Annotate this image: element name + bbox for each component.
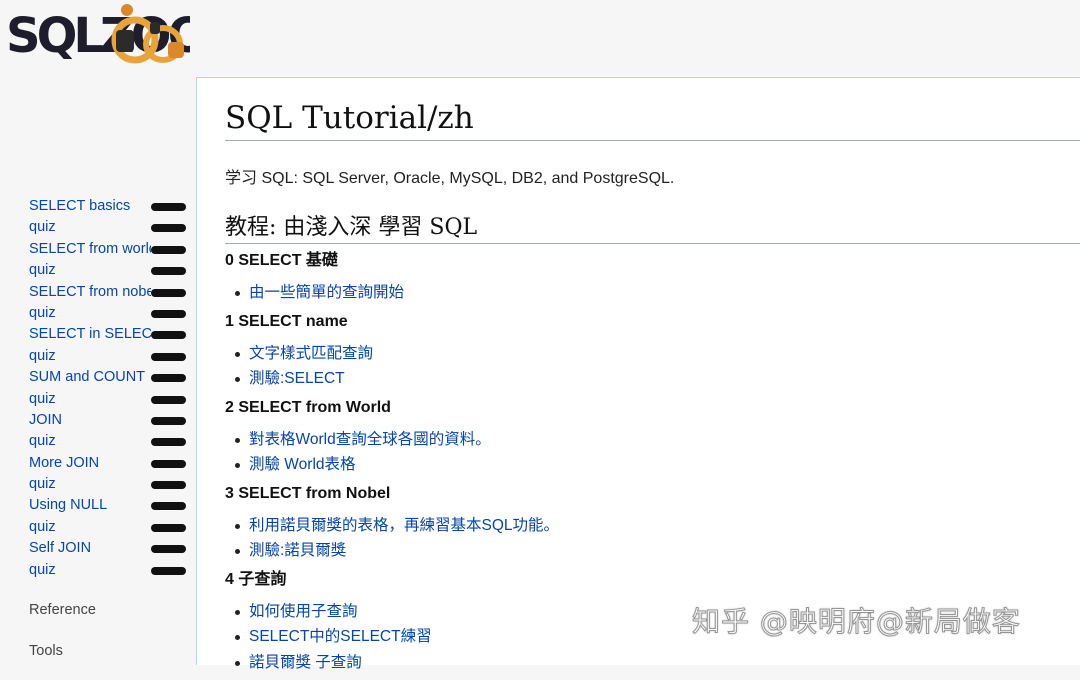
lesson-title: 3 SELECT from Nobel [225, 484, 391, 502]
sidebar-item[interactable]: SELECT basics [0, 196, 196, 217]
progress-bar [151, 502, 186, 511]
sidebar-item-label[interactable]: SELECT from nobel [29, 282, 151, 303]
lesson-link[interactable]: 對表格World查詢全球各國的資料。 [249, 431, 491, 448]
sidebar-item-label[interactable]: quiz [29, 474, 151, 495]
progress-bar [151, 566, 186, 575]
lesson-link-list: 對表格World查詢全球各國的資料。 測驗 World表格 [225, 427, 1025, 478]
lesson-title: 1 SELECT name [225, 312, 348, 330]
lesson-link[interactable]: 利用諾貝爾獎的表格，再練習基本SQL功能。 [249, 517, 559, 534]
lesson-section: 1 SELECT name 文字樣式匹配查詢 測驗:SELECT [225, 311, 1025, 392]
sidebar-item[interactable]: SELECT from nobel [0, 282, 196, 303]
sidebar-item-label[interactable]: quiz [29, 303, 151, 324]
progress-bar [151, 545, 186, 554]
progress-bar [151, 331, 186, 340]
lesson-link[interactable]: 測驗:SELECT [249, 370, 345, 387]
list-item: 測驗:SELECT [235, 366, 1025, 392]
sidebar-item-label[interactable]: quiz [29, 217, 151, 238]
list-item: 對表格World查詢全球各國的資料。 [235, 427, 1025, 453]
lesson-link[interactable]: 由一些簡單的查詢開始 [249, 284, 404, 301]
sidebar-item[interactable]: quiz [0, 560, 196, 581]
progress-bar [151, 481, 186, 490]
lesson-link[interactable]: 諾貝爾獎 子查詢 [249, 654, 362, 671]
sidebar-item[interactable]: quiz [0, 260, 196, 281]
sidebar-item-label[interactable]: JOIN [29, 410, 151, 431]
progress-bar [151, 416, 186, 425]
progress-bar [151, 203, 186, 211]
sidebar-item[interactable]: quiz [0, 346, 196, 367]
progress-bar [151, 395, 186, 404]
sidebar-item-label[interactable]: More JOIN [29, 453, 151, 474]
sidebar-item-label[interactable]: SELECT from world [29, 239, 151, 260]
lesson-title: 0 SELECT 基礎 [225, 252, 338, 269]
lesson-title: 4 子查詢 [225, 570, 287, 588]
watermark: 知乎 @映明府@新局做客 [692, 605, 1021, 639]
sidebar-item-label[interactable]: SELECT basics [29, 196, 151, 217]
sidebar-item-label[interactable]: quiz [29, 431, 151, 452]
sidebar-item[interactable]: quiz [0, 517, 196, 538]
sidebar-item[interactable]: SELECT from world [0, 239, 196, 260]
sidebar-item[interactable]: Self JOIN [0, 538, 196, 559]
lesson-title: 2 SELECT from World [225, 398, 391, 416]
sidebar-item[interactable]: SELECT in SELECT [0, 324, 196, 345]
page-title: SQL Tutorial/zh [225, 100, 1080, 141]
progress-bar [151, 459, 186, 468]
sidebar-item-label[interactable]: quiz [29, 517, 151, 538]
sidebar-item-label[interactable]: quiz [29, 389, 151, 410]
lesson-section: 0 SELECT 基礎由一些簡單的查詢開始 [225, 250, 1025, 306]
progress-bar [151, 352, 186, 361]
sidebar-item[interactable]: quiz [0, 303, 196, 324]
list-item: 由一些簡單的查詢開始 [235, 280, 1025, 306]
sidebar-item-label[interactable]: SUM and COUNT [29, 367, 151, 388]
section-heading: 教程: 由淺入深 學習 SQL [225, 209, 1080, 244]
sidebar-item-label[interactable]: quiz [29, 346, 151, 367]
lesson-section: 3 SELECT from Nobel 利用諾貝爾獎的表格，再練習基本SQL功能。… [225, 483, 1025, 564]
sidebar-item-label[interactable]: Self JOIN [29, 538, 151, 559]
sidebar-item[interactable]: Using NULL [0, 495, 196, 516]
list-item: 文字樣式匹配查詢 [235, 341, 1025, 367]
sidebar-item-label[interactable]: Using NULL [29, 495, 151, 516]
sidebar-item[interactable]: quiz [0, 389, 196, 410]
sidebar-item[interactable]: quiz [0, 217, 196, 238]
lesson-link-list: 利用諾貝爾獎的表格，再練習基本SQL功能。 測驗:諾貝爾獎 [225, 513, 1025, 564]
lesson-link[interactable]: 測驗 World表格 [249, 456, 356, 473]
lesson-section: 2 SELECT from World 對表格World查詢全球各國的資料。 測驗 … [225, 397, 1025, 478]
sqlzoo-logo[interactable]: SQLZOO [0, 0, 190, 72]
sidebar-heading-tools[interactable]: Tools [29, 643, 63, 659]
progress-bar [151, 224, 186, 233]
list-item: 測驗:諾貝爾獎 [235, 538, 1025, 564]
list-item: 諾貝爾獎 子查詢 [235, 650, 1025, 676]
lesson-link[interactable]: 如何使用子查詢 [249, 603, 358, 620]
lesson-link[interactable]: 文字樣式匹配查詢 [249, 345, 373, 362]
progress-bar [151, 288, 186, 297]
list-item: 測驗 World表格 [235, 452, 1025, 478]
main-content: SQL Tutorial/zh 学习 SQL: SQL Server, Orac… [196, 77, 1080, 671]
sidebar-item[interactable]: More JOIN [0, 453, 196, 474]
progress-bar [151, 309, 186, 318]
lesson-link-list: 文字樣式匹配查詢 測驗:SELECT [225, 341, 1025, 392]
lesson-link-list: 由一些簡單的查詢開始 [225, 280, 1025, 306]
lesson-link[interactable]: SELECT中的SELECT練習 [249, 628, 432, 645]
sidebar-heading-reference[interactable]: Reference [29, 602, 96, 618]
progress-bar [151, 374, 186, 383]
sidebar-item-label[interactable]: quiz [29, 260, 151, 281]
logo-text: SQLZOO [6, 8, 190, 64]
lesson-link[interactable]: 測驗:諾貝爾獎 [249, 542, 346, 559]
list-item: 利用諾貝爾獎的表格，再練習基本SQL功能。 [235, 513, 1025, 539]
sidebar-item[interactable]: quiz [0, 474, 196, 495]
sidebar-item[interactable]: JOIN [0, 410, 196, 431]
intro-text: 学习 SQL: SQL Server, Oracle, MySQL, DB2, … [225, 170, 675, 187]
sidebar-nav: SELECT basics quiz SELECT from world quiz SE… [0, 196, 196, 581]
sidebar-item[interactable]: SUM and COUNT [0, 367, 196, 388]
progress-bar [151, 523, 186, 532]
progress-bar [151, 267, 186, 276]
progress-bar [151, 438, 186, 447]
sidebar-item-label[interactable]: quiz [29, 560, 151, 581]
logo-graphic: SQLZOO [6, 4, 190, 64]
sidebar-item-label[interactable]: SELECT in SELECT [29, 324, 151, 345]
progress-bar [151, 245, 186, 254]
sidebar-item[interactable]: quiz [0, 431, 196, 452]
